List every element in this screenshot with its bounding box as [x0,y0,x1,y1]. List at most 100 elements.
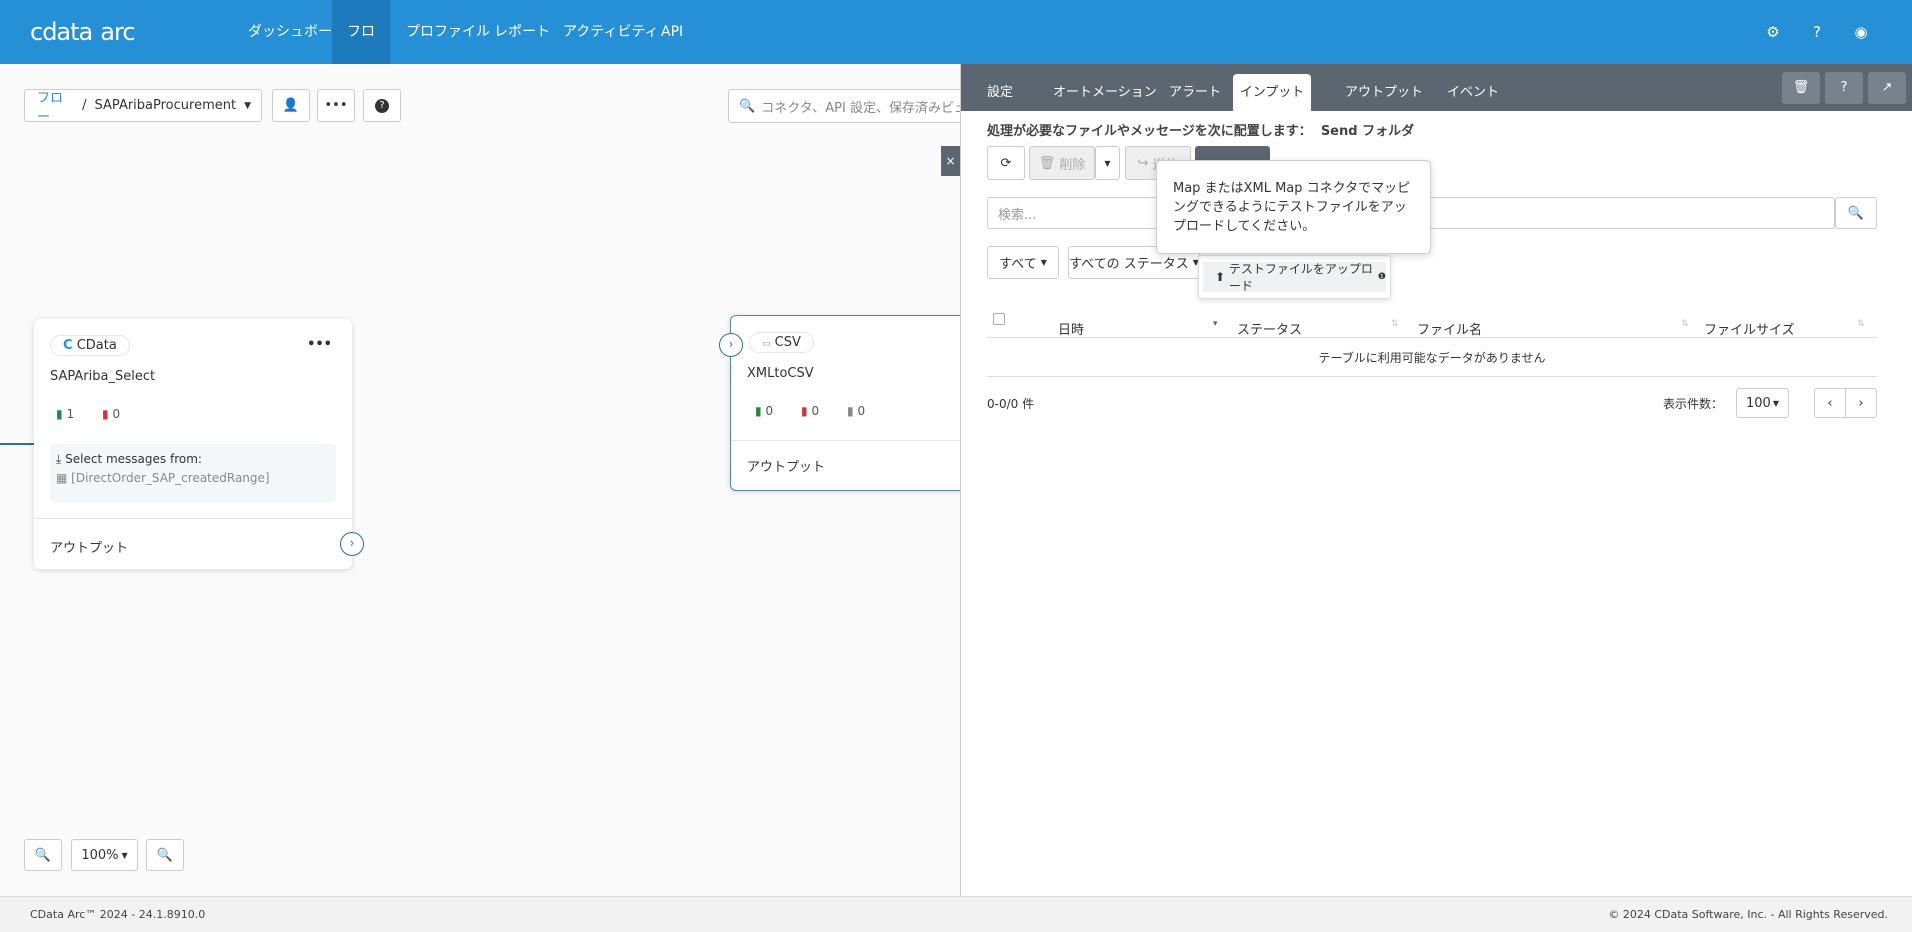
connector-panel: 設定 オートメーション アラート インプット アウトプット イベント 🗑 ? ↗… [960,64,1912,896]
filter-all-dropdown[interactable]: すべて ▼ [987,246,1059,279]
node-card-sapariba-select[interactable]: C CData ••• SAPAriba_Select ▮ 1 ▮ 0 ⤓ Se… [34,319,364,569]
more-button[interactable]: ••• [317,89,355,122]
search-icon: 🔍 [1847,205,1865,221]
file-error-icon: ▮ [801,404,808,418]
error-count: ▮ 0 [102,407,121,421]
flow-name: SAPAribaProcurement [94,98,237,113]
sort-icon: ⇅ [1681,319,1689,329]
canvas-search-input[interactable]: 🔍コネクタ、API 設定、保存済みビューを検索 [728,89,968,123]
panel-tabs: 設定 オートメーション アラート インプット アウトプット イベント 🗑 ? ↗ [961,64,1912,111]
success-count: ▮ 0 [755,404,774,418]
output-label: アウトプット [50,541,129,556]
open-external-button[interactable]: ↗ [1868,72,1906,104]
help-button[interactable]: ? [1825,72,1863,104]
column-header-status[interactable]: ステータス [1237,319,1302,338]
tab-input[interactable]: インプット [1233,74,1311,111]
upload-icon: ⬆ [1215,270,1226,284]
record-count: 0-0/0 件 [987,397,1035,411]
select-info: ⤓ Select messages from: ▦ [DirectOrder_S… [50,444,336,502]
user-icon[interactable]: ◉ [1851,22,1871,42]
divider [987,337,1877,338]
divider [987,376,1877,377]
panel-scrollbar[interactable] [1901,114,1911,894]
zoom-out-icon: 🔍 [156,847,174,863]
table-icon: ▦ [56,471,68,485]
user-icon: 👤 [282,98,300,113]
zoom-level-dropdown[interactable]: 100% ▼ [71,839,138,871]
tab-events[interactable]: イベント [1433,74,1513,111]
gear-icon[interactable]: ⚙ [1763,22,1783,42]
search-icon: 🔍 [739,98,756,114]
upload-menu: ⬆ テストファイルをアップロード ❶ [1198,255,1391,299]
chevron-right-icon: › [1858,395,1864,411]
pending-count: ▮ 0 [847,404,866,418]
empty-table-message: テーブルに利用可能なデータがありません [1318,351,1546,365]
node-name: XMLtoCSV [747,366,814,381]
help-icon[interactable]: ? [1807,22,1827,42]
download-icon: ⤓ [56,452,62,466]
forward-icon: ↪ [1137,155,1149,171]
caret-down-icon: ▼ [121,850,128,860]
column-header-datetime[interactable]: 日時 [1058,319,1084,338]
breadcrumb-separator: / [82,98,87,113]
upload-test-file-item[interactable]: ⬆ テストファイルをアップロード ❶ [1203,262,1386,293]
question-icon: ? [375,98,389,113]
file-success-icon: ▮ [755,404,762,418]
nav-reports[interactable]: レポート [484,0,560,64]
delete-button[interactable]: 🗑 削除 [1029,146,1095,180]
refresh-icon: ⟳ [1000,155,1012,171]
delete-dropdown-toggle[interactable]: ▼ [1095,146,1120,180]
output-label: アウトプット [747,460,826,475]
error-count: ▮ 0 [801,404,820,418]
cdata-icon: C [63,338,73,353]
help-button[interactable]: ? [363,89,401,122]
output-port[interactable]: › [340,532,364,556]
node-menu-icon[interactable]: ••• [307,337,332,352]
caret-down-icon: ▼ [1104,158,1111,168]
zoom-in-button[interactable]: 🔍 [24,839,62,871]
connector-type-badge: ▭ CSV [749,332,814,353]
select-all-checkbox[interactable] [993,313,1005,325]
user-button[interactable]: 👤 [272,89,310,122]
caret-down-icon: ▼ [1040,258,1047,267]
close-panel-button[interactable]: × [941,146,960,176]
zoom-out-button[interactable]: 🔍 [146,839,184,871]
caret-down-icon: ▼ [244,100,251,111]
nav-flow[interactable]: フロー [332,0,390,104]
column-header-filesize[interactable]: ファイルサイズ [1704,319,1795,338]
divider [34,518,352,519]
top-header: cdata arc ダッシュボード フロー プロファイル レポート アクティビティ… [0,0,1912,104]
file-error-icon: ▮ [102,407,109,421]
tab-settings[interactable]: 設定 [973,74,1027,111]
ellipsis-icon: ••• [324,98,348,113]
column-header-filename[interactable]: ファイル名 [1417,319,1482,338]
flow-breadcrumb[interactable]: フロー / SAPAribaProcurement ▼ [24,87,262,125]
refresh-button[interactable]: ⟳ [987,146,1025,180]
input-port[interactable]: › [719,333,743,357]
nav-api[interactable]: API [651,0,693,64]
tab-automation[interactable]: オートメーション [1039,74,1171,111]
success-count: ▮ 1 [56,407,75,421]
zoom-in-icon: 🔍 [34,847,52,863]
tab-alerts[interactable]: アラート [1155,74,1235,111]
breadcrumb-root[interactable]: フロー [37,87,74,125]
connection-line [0,443,34,445]
csv-icon: ▭ [762,339,771,349]
page-size-select[interactable]: 100 ▼ [1736,388,1789,418]
external-link-icon: ↗ [1881,80,1893,95]
node-card-xmltocsv[interactable]: ▭ CSV XMLtoCSV ▮ 0 ▮ 0 ▮ 0 アウトプット › [719,315,971,491]
search-button[interactable]: 🔍 [1835,197,1877,229]
tab-output[interactable]: アウトプット [1331,74,1437,111]
copyright-text: © 2024 CData Software, Inc. - All Rights… [1608,908,1888,921]
divider [731,440,971,441]
next-page-button[interactable]: › [1845,388,1877,418]
question-icon: ? [1840,80,1848,95]
page-size-label: 表示件数： [1663,397,1724,411]
logo[interactable]: cdata arc [30,18,136,46]
delete-connector-button[interactable]: 🗑 [1782,72,1820,104]
previous-page-button[interactable]: ‹ [1814,388,1846,418]
trash-icon: 🗑 [1792,80,1810,95]
chevron-down-icon: ▼ [1772,398,1779,408]
sort-icon: ⇅ [1857,319,1865,329]
version-text: CData Arc™ 2024 - 24.1.8910.0 [30,908,206,921]
